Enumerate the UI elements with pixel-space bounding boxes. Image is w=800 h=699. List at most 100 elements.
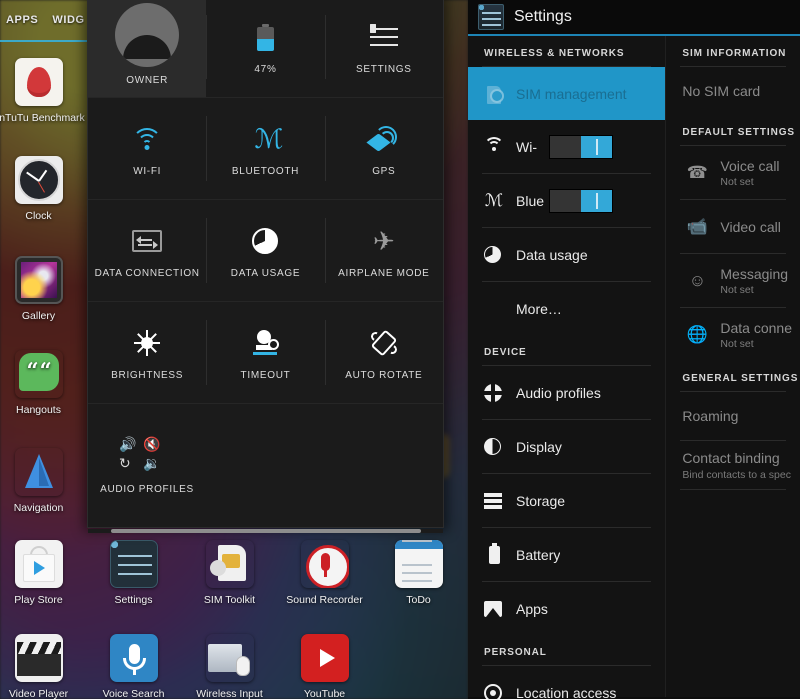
- qs-tile-label: SETTINGS: [356, 64, 412, 75]
- app-label: ToDo: [406, 594, 431, 606]
- detail-item-contact-binding[interactable]: Contact binding Bind contacts to a spec: [666, 441, 800, 489]
- sidebar-item-label: Battery: [516, 546, 561, 563]
- settings-body: WIRELESS & NETWORKS SIM management Wi- ℳ: [468, 36, 800, 699]
- sidebar-item-audio-profiles[interactable]: Audio profiles: [468, 366, 665, 419]
- youtube-icon: [300, 634, 349, 682]
- wifi-toggle[interactable]: [550, 135, 612, 158]
- sidebar-item-label: Blue: [516, 192, 545, 209]
- qs-row-1: OWNER 47% SETTINGS: [88, 0, 443, 97]
- sidebar-item-data-usage[interactable]: Data usage: [468, 228, 665, 281]
- settings-detail-pane: SIM INFORMATION No SIM card DEFAULT SETT…: [665, 36, 800, 697]
- qs-tile-brightness[interactable]: BRIGHTNESS: [88, 302, 206, 403]
- qs-tile-label: AIRPLANE MODE: [338, 267, 430, 279]
- sidebar-item-battery[interactable]: Battery: [468, 528, 665, 581]
- app-clock[interactable]: Clock: [0, 156, 86, 222]
- app-label: AnTuTu Benchmark: [0, 112, 85, 124]
- qs-tile-owner[interactable]: OWNER: [88, 0, 207, 97]
- app-youtube[interactable]: YouTube: [277, 634, 372, 699]
- sidebar-item-apps[interactable]: Apps: [468, 582, 665, 635]
- app-hangouts[interactable]: ““ Hangouts: [0, 350, 86, 416]
- app-gallery[interactable]: Gallery: [0, 256, 86, 322]
- qs-tile-label: BRIGHTNESS: [111, 369, 184, 381]
- storage-icon: [484, 491, 504, 511]
- detail-item-messaging[interactable]: ☺ Messaging Not set: [666, 254, 800, 307]
- qs-tile-wifi[interactable]: WI-FI: [88, 98, 206, 199]
- brightness-icon: [134, 325, 161, 361]
- sidebar-item-storage[interactable]: Storage: [468, 474, 665, 527]
- data-usage-icon: [484, 245, 504, 265]
- qs-tile-audio-profiles[interactable]: 🔊 🔇 ↻ 🔉 AUDIO PROFILES: [88, 404, 206, 529]
- sidebar-item-label: Data usage: [516, 246, 588, 263]
- qs-tile-timeout[interactable]: TIMEOUT: [206, 302, 324, 403]
- detail-item-label: Messaging: [720, 265, 789, 282]
- app-video-player[interactable]: Video Player: [0, 634, 86, 699]
- gallery-icon: [14, 256, 63, 304]
- messaging-icon: ☺: [688, 270, 707, 290]
- qs-tile-label: 47%: [254, 64, 277, 75]
- app-label: YouTube: [303, 688, 346, 699]
- video-player-icon: [14, 634, 63, 682]
- app-wireless-input[interactable]: Wireless Input: [182, 634, 277, 699]
- wifi-icon: [484, 136, 504, 157]
- sidebar-item-label: Wi-: [516, 138, 537, 155]
- section-personal: PERSONAL: [484, 647, 547, 658]
- qs-tile-gps[interactable]: GPS: [324, 98, 443, 199]
- detail-item-sub: Bind contacts to a spec: [682, 468, 791, 481]
- sidebar-item-wifi[interactable]: Wi-: [468, 120, 665, 173]
- detail-item-roaming[interactable]: Roaming: [666, 392, 800, 440]
- qs-tile-bluetooth[interactable]: ℳ BLUETOOTH: [206, 98, 324, 199]
- app-label: Hangouts: [16, 404, 61, 416]
- bluetooth-toggle[interactable]: [550, 189, 612, 212]
- app-todo[interactable]: ToDo: [371, 540, 466, 606]
- qs-tile-battery[interactable]: 47%: [206, 0, 324, 97]
- detail-item-label: Contact binding: [682, 449, 780, 466]
- speaker-mute-icon: 🔇: [143, 435, 161, 452]
- sim-card-icon: [484, 84, 504, 104]
- section-default-settings: DEFAULT SETTINGS: [682, 127, 795, 138]
- app-label: Video Player: [8, 688, 69, 699]
- qs-tile-settings[interactable]: SETTINGS: [324, 0, 443, 97]
- app-settings[interactable]: Settings: [86, 540, 181, 606]
- sidebar-item-more[interactable]: More…: [468, 282, 665, 335]
- settings-header: Settings: [468, 0, 800, 36]
- app-antutu[interactable]: AnTuTu Benchmark: [0, 58, 86, 124]
- detail-item-sub: Not set: [720, 337, 754, 350]
- section-sim-information: SIM INFORMATION: [682, 48, 787, 59]
- qs-tile-airplane-mode[interactable]: ✈ AIRPLANE MODE: [324, 200, 443, 301]
- page-title: Settings: [514, 8, 572, 25]
- qs-tile-label: AUDIO PROFILES: [100, 483, 194, 495]
- qs-row-4: BRIGHTNESS TIMEOUT AUTO ROTATE: [88, 301, 443, 403]
- sidebar-item-sim-management[interactable]: SIM management: [468, 67, 666, 120]
- qs-tile-data-connection[interactable]: DATA CONNECTION: [88, 200, 206, 301]
- app-label: Navigation: [13, 502, 64, 514]
- quick-settings-drag-handle[interactable]: [88, 529, 443, 533]
- qs-tile-label: AUTO ROTATE: [345, 369, 423, 381]
- qs-tile-data-usage[interactable]: DATA USAGE: [206, 200, 324, 301]
- sidebar-item-bluetooth[interactable]: ℳ Blue: [468, 174, 665, 227]
- play-store-icon: [14, 540, 63, 588]
- detail-item-label: Data conne: [720, 319, 792, 336]
- app-voice-search[interactable]: Voice Search: [86, 634, 181, 699]
- wifi-icon: [132, 121, 163, 157]
- app-sim-toolkit[interactable]: SIM Toolkit: [182, 540, 277, 606]
- app-navigation[interactable]: Navigation: [0, 448, 86, 514]
- detail-item-data-connection[interactable]: 🌐 Data conne Not set: [666, 308, 800, 361]
- qs-row-5: 🔊 🔇 ↻ 🔉 AUDIO PROFILES: [88, 403, 443, 529]
- detail-item-video-call[interactable]: 📹 Video call: [666, 200, 800, 253]
- app-sound-recorder[interactable]: Sound Recorder: [277, 540, 372, 606]
- detail-item-voice-call[interactable]: ☎ Voice call Not set: [666, 146, 800, 199]
- app-play-store[interactable]: Play Store: [0, 540, 86, 606]
- app-label: Sound Recorder: [286, 594, 363, 606]
- drag-handle-bar: [110, 529, 421, 533]
- screen-root: APPS WIDG AnTuTu Benchmark Clock Gallery…: [0, 0, 800, 699]
- bluetooth-icon: ℳ: [254, 123, 284, 154]
- user-avatar-icon: [115, 3, 180, 67]
- audio-profiles-icon: [482, 381, 504, 404]
- qs-tile-label: BLUETOOTH: [231, 165, 300, 177]
- sidebar-item-location-access[interactable]: Location access: [468, 666, 665, 699]
- audio-profiles-icon: 🔊 🔇 ↻ 🔉: [117, 435, 177, 475]
- sidebar-item-display[interactable]: Display: [468, 420, 665, 473]
- qs-tile-auto-rotate[interactable]: AUTO ROTATE: [324, 302, 443, 403]
- qs-tile-empty: [206, 404, 443, 529]
- airplane-icon: ✈: [372, 225, 395, 256]
